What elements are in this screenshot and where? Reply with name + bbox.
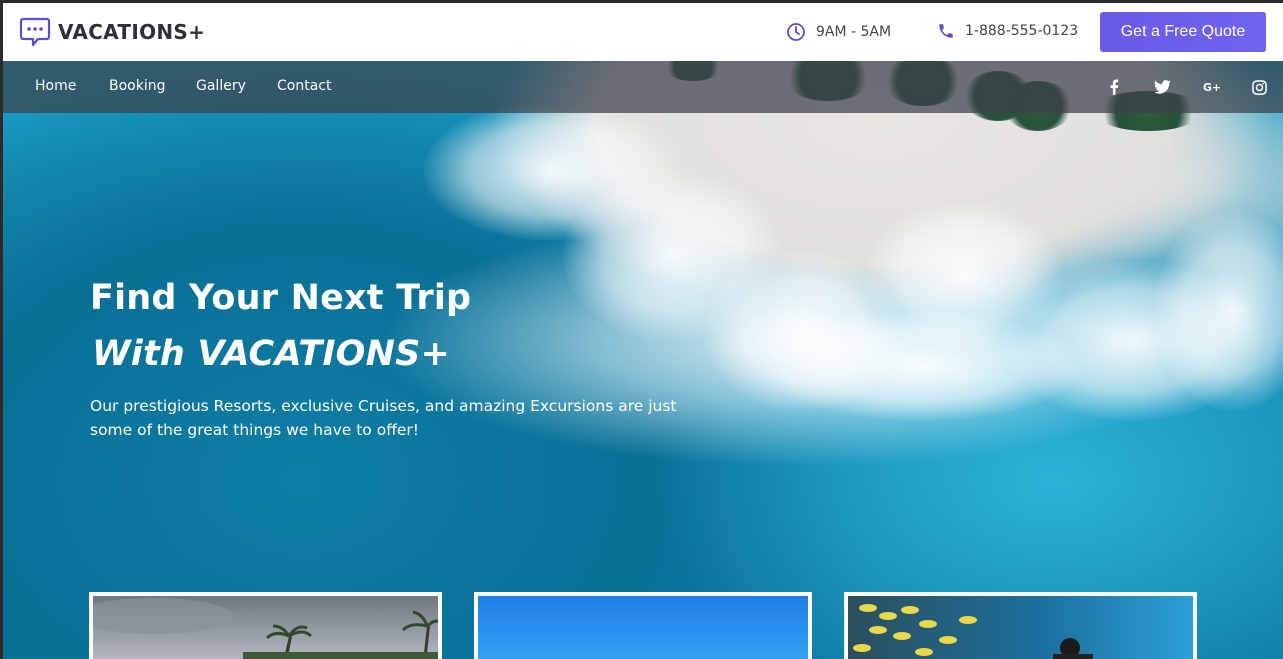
hero-headline: Find Your Next Trip — [90, 278, 472, 318]
google-plus-icon[interactable]: G+ — [1201, 78, 1223, 96]
business-hours: 9AM - 5AM — [786, 22, 891, 42]
cruise-card[interactable] — [474, 592, 812, 659]
nav-item-booking[interactable]: Booking — [109, 78, 166, 94]
nav-item-gallery[interactable]: Gallery — [196, 78, 246, 94]
resort-image — [73, 596, 443, 659]
excursion-card[interactable] — [844, 592, 1197, 659]
excursion-image — [848, 596, 1193, 659]
top-header: VACATIONS+ 9AM - 5AM 1-888-555-0123 Get … — [3, 3, 1283, 61]
facebook-icon[interactable] — [1105, 78, 1123, 96]
hero-description: Our prestigious Resorts, exclusive Cruis… — [90, 397, 677, 439]
main-nav: Home Booking Gallery Contact G+ — [3, 61, 1283, 113]
brand-logo[interactable]: VACATIONS+ — [19, 16, 205, 48]
chat-bubble-icon — [19, 17, 51, 47]
nav-item-home[interactable]: Home — [35, 78, 76, 94]
phone-number[interactable]: 1-888-555-0123 — [937, 22, 1078, 40]
nav-item-contact[interactable]: Contact — [277, 78, 331, 94]
phone-text: 1-888-555-0123 — [965, 23, 1079, 39]
phone-icon — [939, 24, 953, 38]
brand-name: VACATIONS+ — [58, 20, 206, 44]
get-quote-button[interactable]: Get a Free Quote — [1100, 12, 1266, 52]
hours-text: 9AM - 5AM — [816, 24, 892, 40]
resort-card[interactable] — [73, 592, 443, 659]
cruise-image — [478, 596, 808, 659]
clock-icon — [787, 23, 805, 41]
instagram-icon[interactable] — [1250, 78, 1268, 96]
hero-subheadline: With VACATIONS+ — [92, 334, 451, 374]
twitter-icon[interactable] — [1153, 78, 1171, 96]
